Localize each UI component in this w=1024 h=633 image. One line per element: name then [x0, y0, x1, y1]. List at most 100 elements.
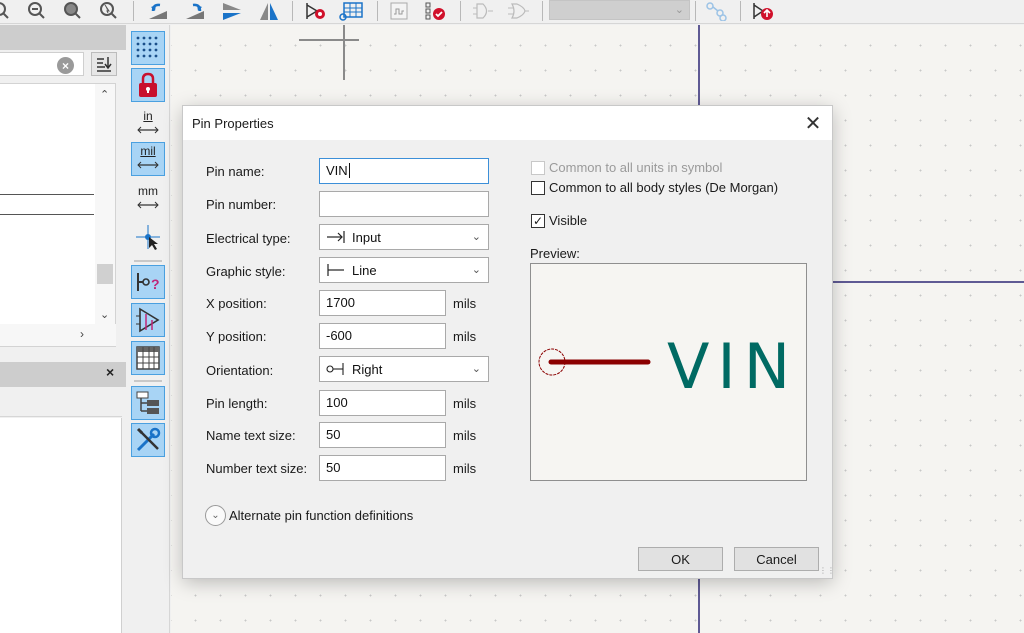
- full-crosshair-button[interactable]: [131, 220, 165, 254]
- simulation-model-icon[interactable]: [386, 0, 412, 22]
- check-symbol-icon[interactable]: [423, 0, 449, 22]
- inches-icon: in: [135, 110, 161, 137]
- symbol-library-panel: × ⌃ ⌄ › ×: [0, 25, 126, 633]
- pin-number-input[interactable]: [319, 191, 489, 217]
- pin-length-input[interactable]: 100: [319, 390, 446, 416]
- graphic-style-label: Graphic style:: [206, 264, 286, 279]
- pin-preview: VIN: [530, 263, 807, 481]
- orientation-label: Orientation:: [206, 363, 274, 378]
- properties-panel-subheader: [0, 387, 122, 417]
- properties-manager-button[interactable]: [131, 423, 165, 457]
- clear-search-icon[interactable]: ×: [57, 57, 74, 74]
- mirror-horizontal-icon[interactable]: [256, 0, 282, 22]
- show-pin-electrical-type-button[interactable]: ?: [131, 265, 165, 299]
- scroll-right-icon[interactable]: ›: [80, 327, 84, 341]
- tree-divider: [0, 214, 94, 215]
- update-symbol-icon[interactable]: [750, 0, 776, 22]
- pin-properties-dialog: Pin Properties ✕ Pin name: VIN Pin numbe…: [183, 106, 835, 578]
- pin-number-label: Pin number:: [206, 197, 277, 212]
- symbol-properties-icon[interactable]: [302, 0, 328, 22]
- symbol-body-edge: [698, 578, 700, 633]
- checkbox-box: [531, 180, 545, 195]
- zoom-fit-icon[interactable]: [60, 0, 86, 22]
- origin-crosshair: [299, 39, 359, 41]
- y-position-input[interactable]: -600: [319, 323, 446, 349]
- toggle-grid-button[interactable]: [131, 31, 165, 65]
- zoom-in-icon[interactable]: [0, 0, 14, 22]
- zoom-selection-icon[interactable]: [96, 0, 122, 22]
- sort-icon: [97, 57, 112, 72]
- ok-button[interactable]: OK: [638, 547, 723, 571]
- zoom-out-icon[interactable]: [24, 0, 50, 22]
- unit-selector[interactable]: ⌄: [549, 0, 690, 20]
- name-text-size-label: Name text size:: [206, 428, 296, 443]
- orientation-select[interactable]: Right ⌄: [319, 356, 489, 382]
- checkbox-box: [531, 160, 545, 175]
- y-position-unit: mils: [453, 329, 477, 344]
- svg-text:?: ?: [151, 276, 160, 292]
- x-position-input[interactable]: 1700: [319, 290, 446, 316]
- hierarchy-navigator-button[interactable]: [131, 386, 165, 420]
- y-position-label: Y position:: [206, 329, 267, 344]
- left-vertical-toolbar: in mil mm ?: [126, 25, 170, 633]
- scroll-down-icon[interactable]: ⌄: [100, 308, 109, 321]
- main-toolbar: ⌄: [0, 0, 1024, 24]
- dialog-title-bar[interactable]: Pin Properties ✕: [183, 106, 832, 140]
- graphic-style-value: Line: [352, 262, 377, 278]
- orientation-right-icon: [326, 362, 348, 376]
- lock-icon: [139, 72, 157, 97]
- mils-icon: mil: [135, 145, 161, 172]
- hierarchy-icon: [136, 391, 159, 414]
- rotate-cw-icon[interactable]: [182, 0, 208, 22]
- input-pin-icon: [326, 230, 348, 244]
- scrollbar-thumb[interactable]: [97, 264, 113, 284]
- pin-type-icon: ?: [137, 273, 160, 292]
- deMorgan-alternate-icon[interactable]: [505, 0, 531, 22]
- graphic-style-select[interactable]: Line ⌄: [319, 257, 489, 283]
- electrical-type-label: Electrical type:: [206, 231, 291, 246]
- name-text-size-input[interactable]: 50: [319, 422, 446, 448]
- checkmark-icon: ✓: [531, 213, 545, 228]
- electrical-type-value: Input: [352, 229, 381, 245]
- common-to-all-body-styles-checkbox[interactable]: Common to all body styles (De Morgan): [531, 180, 778, 195]
- chevron-down-icon: ⌄: [674, 4, 684, 16]
- resize-grip-icon[interactable]: ⋮⋮: [819, 566, 835, 576]
- library-tree[interactable]: ⌃ ⌄ ›: [0, 83, 116, 347]
- deMorgan-standard-icon[interactable]: [470, 0, 496, 22]
- common-to-all-units-checkbox[interactable]: Common to all units in symbol: [531, 160, 722, 175]
- tree-vertical-scrollbar[interactable]: ⌃ ⌄: [95, 84, 115, 324]
- name-text-size-unit: mils: [453, 428, 477, 443]
- symbol-body-edge: [832, 281, 1024, 283]
- pin-preview-drawing: VIN: [538, 330, 798, 403]
- mirror-vertical-icon[interactable]: [219, 0, 245, 22]
- units-mm-button[interactable]: mm: [131, 182, 165, 216]
- close-properties-panel-icon[interactable]: ×: [106, 364, 114, 380]
- scroll-up-icon[interactable]: ⌃: [100, 88, 109, 101]
- show-associated-footprint-icon[interactable]: [703, 0, 729, 22]
- close-icon[interactable]: ✕: [801, 111, 825, 135]
- rotate-ccw-icon[interactable]: [145, 0, 171, 22]
- millimeters-icon: mm: [135, 185, 161, 212]
- number-text-size-input[interactable]: 50: [319, 455, 446, 481]
- opamp-icon: [136, 307, 160, 333]
- tree-horizontal-scrollbar[interactable]: ›: [0, 324, 116, 346]
- grid-icon: [136, 36, 158, 58]
- pin-length-unit: mils: [453, 396, 477, 411]
- chevron-down-icon: ⌄: [471, 231, 481, 243]
- crosshair-cursor-icon: [136, 225, 160, 250]
- grid-lock-button[interactable]: [131, 68, 165, 102]
- pin-name-input[interactable]: VIN: [319, 158, 489, 184]
- electrical-type-select[interactable]: Input ⌄: [319, 224, 489, 250]
- visible-checkbox[interactable]: ✓ Visible: [531, 213, 587, 228]
- pin-table-button[interactable]: [131, 341, 165, 375]
- orientation-value: Right: [352, 361, 383, 377]
- show-hidden-pins-button[interactable]: [131, 303, 165, 337]
- pin-table-icon[interactable]: [338, 0, 364, 22]
- units-mils-button[interactable]: mil: [131, 142, 165, 176]
- cancel-button[interactable]: Cancel: [734, 547, 819, 571]
- line-style-icon: [326, 263, 348, 277]
- sort-button[interactable]: [91, 52, 117, 76]
- pin-name-preview-text: VIN: [667, 330, 798, 403]
- units-inches-button[interactable]: in: [131, 107, 165, 141]
- alternate-pin-functions-toggle[interactable]: ⌄ Alternate pin function definitions: [205, 505, 413, 526]
